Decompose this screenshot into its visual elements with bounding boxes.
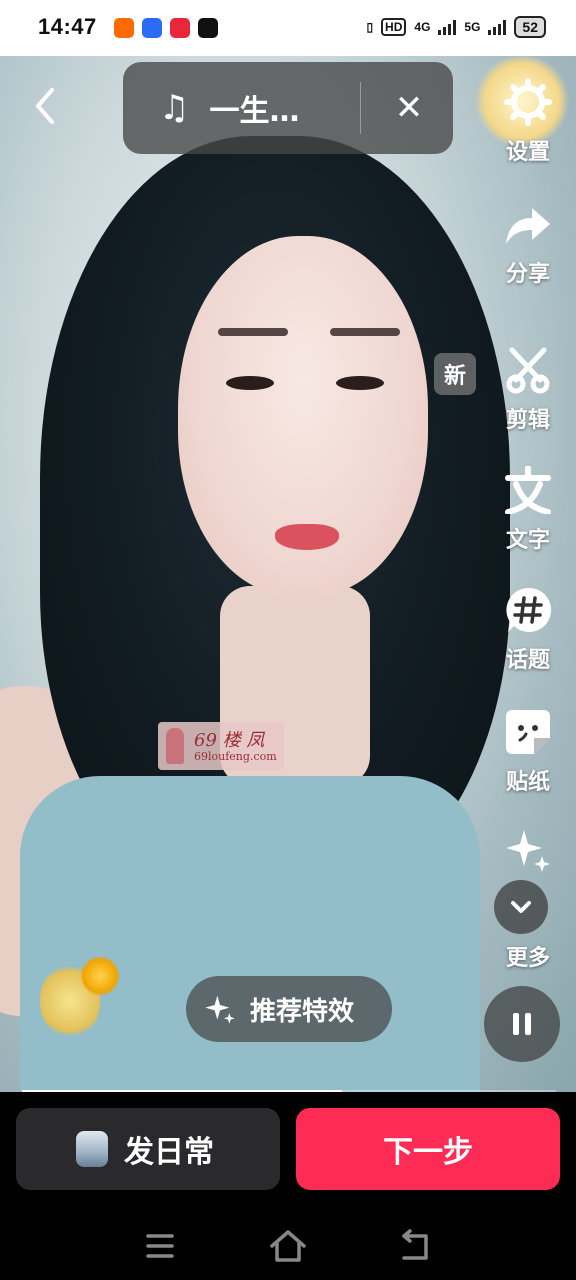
back-button[interactable] (26, 86, 66, 126)
music-divider (360, 82, 361, 134)
sticker-icon (506, 710, 550, 754)
hashtag-icon (506, 587, 552, 632)
pause-button[interactable] (484, 986, 560, 1062)
toolbar-more[interactable]: 更多 (490, 936, 566, 972)
share-arrow-icon (506, 208, 550, 244)
toolbar-settings[interactable]: 设置 (490, 78, 566, 166)
status-indicators: ▯ HD 4G 5G 52 (366, 16, 546, 38)
edit-new-badge: 新 (434, 353, 476, 395)
back-nav-icon[interactable] (396, 1228, 436, 1264)
tiktok-app-icon (198, 18, 218, 38)
toolbar-sticker[interactable]: 贴纸 (490, 708, 566, 796)
recommended-effects-label: 推荐特效 (250, 996, 355, 1027)
photo-lips (275, 524, 339, 550)
post-daily-button[interactable]: 发日常 (16, 1108, 280, 1190)
post-daily-label: 发日常 (124, 1135, 214, 1170)
next-step-button[interactable]: 下一步 (296, 1108, 560, 1190)
toolbar-text-label: 文字 (505, 528, 550, 553)
photo-brow-left (218, 328, 288, 336)
toolbar-text[interactable]: 文字 (490, 465, 566, 554)
signal-icon-1 (438, 19, 457, 35)
system-nav-bar (0, 1210, 576, 1280)
battery-indicator: 52 (514, 16, 546, 38)
sparkle-small-icon (205, 995, 235, 1024)
net2-label: 5G (464, 20, 481, 34)
recommended-effects-button[interactable]: 推荐特效 (186, 976, 392, 1042)
watermark: 69 楼 凤 69loufeng.com (158, 722, 284, 770)
qq-app-icon (142, 18, 162, 38)
toolbar-topic[interactable]: 话题 (490, 586, 566, 674)
chevron-left-icon (36, 88, 54, 124)
scissors-icon (506, 347, 550, 394)
watermark-line2: 69loufeng.com (194, 750, 277, 763)
toolbar-share-label: 分享 (505, 262, 550, 287)
toolbar-topic-label: 话题 (505, 648, 550, 673)
music-close-button[interactable]: ✕ (379, 88, 439, 128)
next-step-label: 下一步 (383, 1135, 473, 1170)
sparkle-icon (506, 830, 550, 872)
status-time: 14:47 (38, 14, 97, 39)
taobao-app-icon (114, 18, 134, 38)
avatar (76, 1131, 108, 1167)
tmall-app-icon (170, 18, 190, 38)
more-expand-button[interactable] (494, 880, 548, 934)
menu-icon[interactable] (140, 1228, 180, 1264)
decor-flower-bottom-left-2 (80, 956, 120, 996)
home-icon[interactable] (268, 1228, 308, 1264)
music-selector[interactable]: ♫ 一生… ✕ (123, 62, 453, 154)
status-bar: 14:47 ▯ HD 4G 5G 52 (0, 0, 576, 56)
toolbar-effects-sparkle[interactable] (490, 826, 566, 878)
photo-top (20, 776, 480, 1092)
toolbar-edit-label: 剪辑 (505, 408, 550, 433)
pause-icon (513, 1013, 531, 1035)
toolbar-share[interactable]: 分享 (490, 200, 566, 288)
hd-icon: HD (381, 18, 407, 36)
photo-brow-right (330, 328, 400, 336)
toolbar-edit[interactable]: 剪辑 (490, 346, 566, 434)
gear-icon (504, 78, 552, 126)
toolbar-sticker-label: 贴纸 (505, 770, 550, 795)
toolbar-more-label: 更多 (505, 946, 550, 971)
text-icon (505, 465, 551, 515)
vibrate-icon: ▯ (366, 20, 374, 34)
photo-eye-left (226, 376, 274, 390)
net1-label: 4G (414, 20, 431, 34)
watermark-figure (166, 728, 184, 764)
music-title: 一生… (209, 94, 300, 129)
music-note-icon: ♫ (159, 88, 190, 128)
watermark-line1: 69 楼 凤 (194, 730, 265, 751)
toolbar-settings-label: 设置 (505, 140, 550, 165)
photo-eye-right (336, 376, 384, 390)
chevron-down-icon (511, 901, 531, 913)
signal-icon-2 (488, 19, 507, 35)
